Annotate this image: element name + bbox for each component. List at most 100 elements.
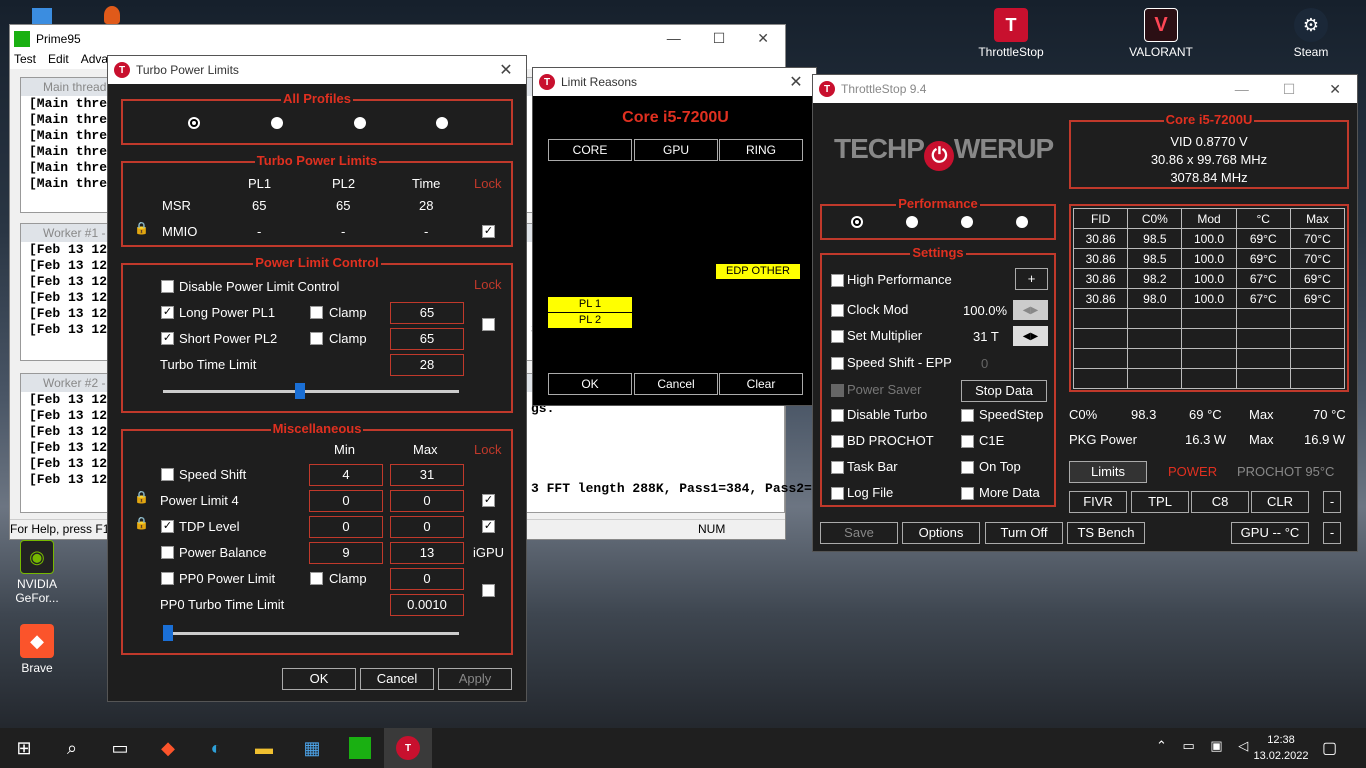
c8-button[interactable]: C8 bbox=[1191, 491, 1249, 513]
pp0-lock-checkbox[interactable] bbox=[482, 584, 495, 597]
desktop-icon-steam[interactable]: ⚙ Steam bbox=[1276, 8, 1346, 59]
save-button[interactable]: Save bbox=[820, 522, 898, 544]
speed-shift-min[interactable]: 4 bbox=[309, 464, 383, 486]
minus-button-2[interactable]: - bbox=[1323, 522, 1341, 544]
close-icon[interactable]: ✕ bbox=[776, 72, 816, 92]
ts-profile-radio-1[interactable] bbox=[851, 216, 863, 228]
profile-radio-3[interactable] bbox=[354, 117, 366, 129]
minus-button[interactable]: - bbox=[1323, 491, 1341, 513]
pl2-clamp-checkbox[interactable] bbox=[310, 332, 323, 345]
tdp-max[interactable]: 0 bbox=[390, 516, 464, 538]
task-bar-checkbox[interactable] bbox=[831, 461, 844, 474]
tab-core[interactable]: CORE bbox=[548, 139, 632, 161]
slider-thumb[interactable] bbox=[295, 383, 305, 399]
profile-radio-2[interactable] bbox=[271, 117, 283, 129]
notification-icon[interactable]: ▢ bbox=[1322, 738, 1337, 758]
turbo-time-slider[interactable] bbox=[163, 390, 459, 393]
speed-shift-checkbox[interactable] bbox=[831, 357, 844, 370]
desktop-icon-nvidia[interactable]: ◉ NVIDIA GeFor... bbox=[2, 540, 72, 605]
tpl-titlebar[interactable]: T Turbo Power Limits ✕ bbox=[108, 56, 526, 84]
slider-thumb[interactable] bbox=[163, 625, 173, 641]
ts-profile-radio-4[interactable] bbox=[1016, 216, 1028, 228]
fivr-button[interactable]: FIVR bbox=[1069, 491, 1127, 513]
power-balance-checkbox[interactable] bbox=[161, 546, 174, 559]
menu-edit[interactable]: Edit bbox=[48, 52, 69, 69]
search-icon[interactable]: ⌕ bbox=[48, 728, 96, 768]
high-performance-checkbox[interactable] bbox=[831, 274, 844, 287]
pb-max[interactable]: 13 bbox=[390, 542, 464, 564]
speed-shift-checkbox[interactable] bbox=[161, 468, 174, 481]
tdp-level-checkbox[interactable]: ✓ bbox=[161, 520, 174, 533]
fire-icon[interactable] bbox=[104, 6, 120, 24]
pl1-input[interactable]: 65 bbox=[390, 302, 464, 324]
multiplier-spinner[interactable]: ◀▶ bbox=[1013, 326, 1048, 346]
lr-cancel-button[interactable]: Cancel bbox=[634, 373, 718, 395]
pp0-time-slider[interactable] bbox=[163, 632, 459, 635]
lr-clear-button[interactable]: Clear bbox=[719, 373, 803, 395]
tab-gpu[interactable]: GPU bbox=[634, 139, 718, 161]
ts-titlebar[interactable]: T ThrottleStop 9.4 — ☐ ✕ bbox=[813, 75, 1357, 103]
pp0-time-input[interactable]: 0.0010 bbox=[390, 594, 464, 616]
short-pl2-checkbox[interactable]: ✓ bbox=[161, 332, 174, 345]
bd-prochot-checkbox[interactable] bbox=[831, 435, 844, 448]
clock[interactable]: 12:38 13.02.2022 bbox=[1252, 732, 1310, 764]
pb-min[interactable]: 9 bbox=[309, 542, 383, 564]
menu-advanced[interactable]: Adva bbox=[81, 52, 108, 69]
desktop-icon-brave[interactable]: ◆ Brave bbox=[2, 624, 72, 675]
c1e-checkbox[interactable] bbox=[961, 435, 974, 448]
limit-reasons-window[interactable]: T Limit Reasons ✕ Core i5-7200U CORE GPU… bbox=[532, 67, 817, 406]
maximize-icon[interactable]: ☐ bbox=[713, 30, 726, 47]
clr-button[interactable]: CLR bbox=[1251, 491, 1309, 513]
pl4-max[interactable]: 0 bbox=[390, 490, 464, 512]
minimize-icon[interactable]: — bbox=[667, 30, 681, 47]
brave-taskbar-icon[interactable]: ◆ bbox=[144, 728, 192, 768]
cancel-button[interactable]: Cancel bbox=[360, 668, 434, 690]
edge-taskbar-icon[interactable]: ◐ bbox=[192, 728, 240, 768]
recycle-icon[interactable] bbox=[32, 8, 52, 24]
more-data-checkbox[interactable] bbox=[961, 487, 974, 500]
explorer-taskbar-icon[interactable]: ▬ bbox=[240, 728, 288, 768]
prime95-titlebar[interactable]: Prime95 — ☐ ✕ bbox=[10, 25, 785, 52]
turn-off-button[interactable]: Turn Off bbox=[985, 522, 1063, 544]
set-multiplier-checkbox[interactable] bbox=[831, 330, 844, 343]
speed-shift-max[interactable]: 31 bbox=[390, 464, 464, 486]
turbo-time-input[interactable]: 28 bbox=[390, 354, 464, 376]
gpu-temp-button[interactable]: GPU -- °C bbox=[1231, 522, 1309, 544]
tdp-lock-checkbox[interactable]: ✓ bbox=[482, 520, 495, 533]
mmio-lock-checkbox[interactable]: ✓ bbox=[482, 225, 495, 238]
pp0-input[interactable]: 0 bbox=[390, 568, 464, 590]
pl2-input[interactable]: 65 bbox=[390, 328, 464, 350]
apply-button[interactable]: Apply bbox=[438, 668, 512, 690]
close-icon[interactable]: ✕ bbox=[1329, 81, 1341, 98]
tab-ring[interactable]: RING bbox=[719, 139, 803, 161]
desktop-icon-throttlestop[interactable]: T ThrottleStop bbox=[976, 8, 1046, 59]
plus-button[interactable]: + bbox=[1015, 268, 1048, 290]
profile-radio-4[interactable] bbox=[436, 117, 448, 129]
speedstep-checkbox[interactable] bbox=[961, 409, 974, 422]
plc-lock-checkbox[interactable] bbox=[482, 318, 495, 331]
ok-button[interactable]: OK bbox=[282, 668, 356, 690]
pl4-lock-checkbox[interactable]: ✓ bbox=[482, 494, 495, 507]
pp0-checkbox[interactable] bbox=[161, 572, 174, 585]
ts-profile-radio-3[interactable] bbox=[961, 216, 973, 228]
on-top-checkbox[interactable] bbox=[961, 461, 974, 474]
profile-radio-1[interactable] bbox=[188, 117, 200, 129]
pp0-clamp-checkbox[interactable] bbox=[310, 572, 323, 585]
disable-turbo-checkbox[interactable] bbox=[831, 409, 844, 422]
lr-ok-button[interactable]: OK bbox=[548, 373, 632, 395]
turbo-power-limits-window[interactable]: T Turbo Power Limits ✕ All Profiles Turb… bbox=[107, 55, 527, 702]
close-icon[interactable]: ✕ bbox=[757, 30, 769, 47]
disable-plc-checkbox[interactable] bbox=[161, 280, 174, 293]
options-button[interactable]: Options bbox=[902, 522, 980, 544]
pl1-clamp-checkbox[interactable] bbox=[310, 306, 323, 319]
close-icon[interactable]: ✕ bbox=[486, 60, 526, 80]
tray-icons[interactable]: ⌃ ▭ ▣ ◁ bbox=[1156, 738, 1254, 754]
tpl-button[interactable]: TPL bbox=[1131, 491, 1189, 513]
limits-button[interactable]: Limits bbox=[1069, 461, 1147, 483]
throttlestop-taskbar-icon[interactable]: T bbox=[384, 728, 432, 768]
desktop-icon-valorant[interactable]: V VALORANT bbox=[1126, 8, 1196, 59]
power-saver-checkbox[interactable] bbox=[831, 384, 844, 397]
maximize-icon[interactable]: ☐ bbox=[1283, 81, 1296, 98]
task-view-icon[interactable]: ▭ bbox=[96, 728, 144, 768]
menu-test[interactable]: Test bbox=[14, 52, 36, 69]
